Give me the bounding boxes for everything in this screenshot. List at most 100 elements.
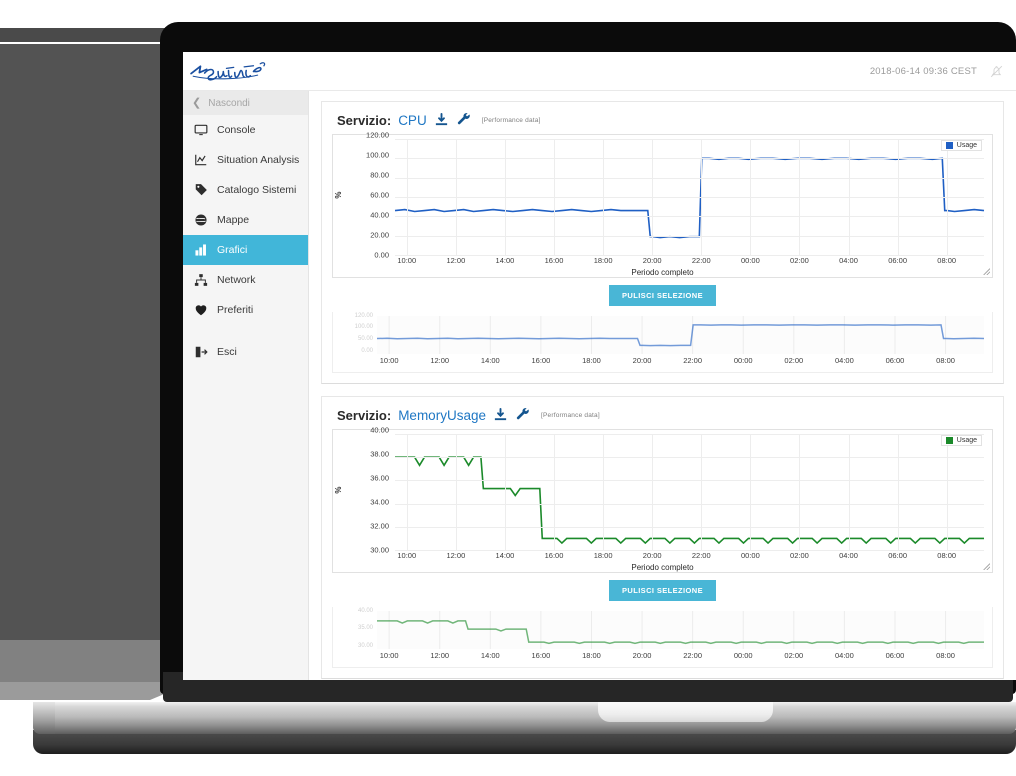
cpu-navigator-x-ticks: 10:00 12:00 14:00 16:00 18:00 20:00 22:00 00:00… [377, 356, 984, 369]
x-tick-label: 22:00 [691, 551, 711, 560]
y-tick-label: 38.00 [370, 449, 389, 459]
sidebar-hide-toggle[interactable]: ❮ Nascondi [183, 91, 308, 115]
sitemap-icon [193, 273, 208, 288]
cpu-legend[interactable]: Usage [940, 140, 982, 151]
memory-grid-area [395, 434, 984, 551]
cpu-navigator-line [377, 316, 984, 354]
x-tick-label: 08:00 [937, 551, 957, 560]
navigator-x-tick: 12:00 [430, 651, 450, 660]
cpu-navigator[interactable]: 120.00 100.00 50.00 0.00 10:00 12:00 14:00 16:… [332, 312, 993, 373]
wrench-icon[interactable] [516, 407, 532, 423]
navigator-x-tick: 18:00 [582, 356, 601, 365]
resize-handle-icon[interactable] [982, 267, 990, 275]
bell-muted-icon[interactable] [989, 64, 1004, 79]
sidebar-item-preferiti[interactable]: Preferiti [183, 295, 308, 325]
x-tick-label: 22:00 [691, 256, 711, 265]
gridline-v [603, 139, 605, 255]
memory-navigator-y-ticks: 40.00 35.00 30.00 [335, 607, 375, 651]
gridline-v [504, 139, 506, 255]
service-name[interactable]: CPU [398, 113, 427, 128]
laptop-base-left-cap [33, 702, 55, 734]
sidebar-hide-label: Nascondi [208, 97, 250, 109]
gridline-v [848, 139, 850, 255]
chart-card-cpu: Servizio: CPU [Performance data] % 0.00 … [321, 101, 1004, 384]
navigator-x-tick: 06:00 [885, 356, 905, 365]
sidebar-item-situation-analysis[interactable]: Situation Analysis [183, 145, 308, 175]
bar-chart-icon [193, 243, 208, 258]
navigator-y-tick: 30.00 [357, 642, 373, 649]
service-label: Servizio: [337, 407, 392, 423]
x-tick-label: 10:00 [397, 256, 417, 265]
y-tick-label: 120.00 [366, 130, 389, 140]
cpu-navigator-inner: 120.00 100.00 50.00 0.00 [333, 312, 992, 356]
cpu-navigator-y-ticks: 120.00 100.00 50.00 0.00 [335, 312, 375, 356]
x-tick-label: 08:00 [937, 256, 957, 265]
navigator-y-tick: 35.00 [357, 625, 373, 632]
chevron-left-icon: ❮ [192, 96, 202, 109]
memory-plot-box[interactable]: % 30.00 32.00 34.00 36.00 38.00 40.00 Usage 1… [332, 426, 993, 573]
globe-icon [193, 213, 208, 228]
gridline-v [848, 434, 850, 550]
sidebar-item-mappe[interactable]: Mappe [183, 205, 308, 235]
memory-plot-inner: % 30.00 32.00 34.00 36.00 38.00 40.00 Usage [333, 426, 992, 555]
sidebar-item-label: Grafici [217, 244, 248, 256]
y-tick-label: 20.00 [370, 230, 389, 240]
x-tick-label: 14:00 [495, 256, 515, 265]
clear-selection-button[interactable]: PULISCI SELEZIONE [609, 580, 716, 601]
memory-navigator-x-ticks: 10:00 12:00 14:00 16:00 18:00 20:00 22:00 00:00… [377, 651, 984, 664]
performance-data-tag: [Performance data] [481, 116, 541, 124]
navigator-polyline [377, 621, 984, 643]
y-tick-label: 0.00 [374, 250, 389, 260]
navigator-x-tick: 18:00 [582, 651, 601, 660]
navigator-x-tick: 22:00 [683, 651, 703, 660]
sidebar-item-label: Preferiti [217, 304, 254, 316]
sidebar-item-network[interactable]: Network [183, 265, 308, 295]
sentinet-logo-icon[interactable] [189, 58, 267, 84]
download-icon[interactable] [434, 112, 450, 128]
navigator-x-tick: 12:00 [430, 356, 450, 365]
gridline-v [504, 434, 506, 550]
service-name[interactable]: MemoryUsage [398, 408, 486, 423]
gridline-v [750, 139, 752, 255]
x-tick-label: 16:00 [544, 551, 564, 560]
y-tick-label: 32.00 [370, 521, 389, 531]
navigator-y-tick: 40.00 [357, 607, 373, 614]
memory-navigator[interactable]: 40.00 35.00 30.00 10:00 12:00 14:00 16:00 18:0… [332, 607, 993, 668]
memory-legend[interactable]: Usage [940, 435, 982, 446]
gridline-h [395, 177, 984, 179]
cpu-button-row: PULISCI SELEZIONE [332, 285, 993, 306]
cpu-x-axis-label: Periodo completo [631, 268, 694, 277]
app-body: ❮ Nascondi Console Situation Analysis Ca… [183, 91, 1016, 680]
gridline-v [603, 434, 605, 550]
navigator-x-tick: 22:00 [683, 356, 703, 365]
sidebar-item-catalogo-sistemi[interactable]: Catalogo Sistemi [183, 175, 308, 205]
gridline-h [395, 139, 984, 140]
x-tick-label: 18:00 [593, 256, 613, 265]
wrench-icon[interactable] [457, 112, 473, 128]
chart-line-icon [193, 153, 208, 168]
sidebar-item-grafici[interactable]: Grafici [183, 235, 308, 265]
resize-handle-icon[interactable] [982, 562, 990, 570]
laptop-base [33, 702, 1016, 734]
navigator-x-tick: 00:00 [733, 356, 753, 365]
gridline-v [455, 139, 457, 255]
cpu-plot-box[interactable]: % 0.00 20.00 40.00 60.00 80.00 100.00 120.00 U… [332, 131, 993, 278]
gridline-h [395, 503, 984, 505]
y-tick-label: 36.00 [370, 473, 389, 483]
gridline-h [395, 197, 984, 198]
x-tick-label: 02:00 [790, 551, 809, 560]
memory-button-row: PULISCI SELEZIONE [332, 580, 993, 601]
x-tick-label: 12:00 [446, 551, 466, 560]
x-tick-label: 04:00 [839, 551, 858, 560]
navigator-x-tick: 04:00 [834, 651, 854, 660]
gridline-v [701, 139, 703, 255]
heart-icon [193, 303, 208, 318]
sidebar-item-console[interactable]: Console [183, 115, 308, 145]
sidebar-item-esci[interactable]: Esci [183, 337, 308, 367]
memory-x-axis-label: Periodo completo [631, 563, 694, 572]
cpu-y-ticks: 0.00 20.00 40.00 60.00 80.00 100.00 120.00 [349, 131, 393, 260]
cpu-grid-area [395, 139, 984, 256]
clear-selection-button[interactable]: PULISCI SELEZIONE [609, 285, 716, 306]
gridline-v [897, 434, 899, 550]
download-icon[interactable] [493, 407, 509, 423]
